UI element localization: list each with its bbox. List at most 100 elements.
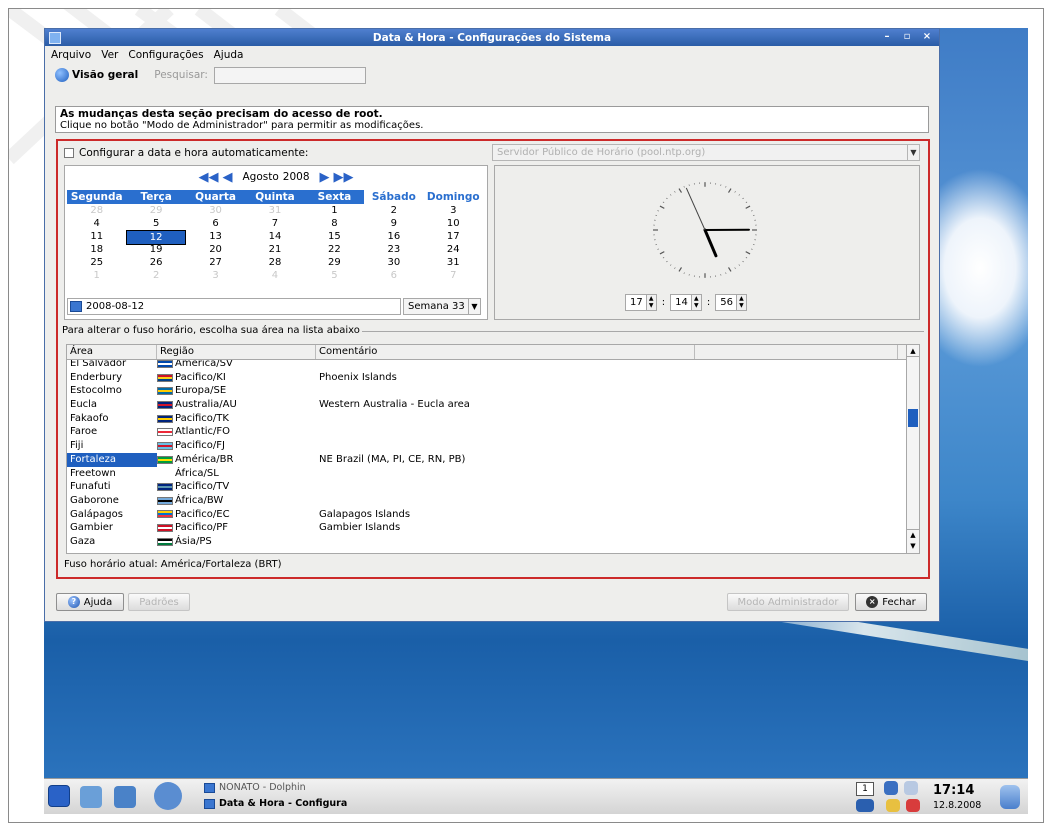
- calendar-day[interactable]: 6: [364, 269, 423, 282]
- clock-time[interactable]: 17:14: [933, 783, 974, 798]
- minimize-button[interactable]: –: [881, 31, 893, 42]
- defaults-button[interactable]: Padrões: [128, 593, 190, 611]
- column-area[interactable]: Área: [67, 345, 157, 359]
- search-input[interactable]: [213, 66, 366, 84]
- show-desktop-icon[interactable]: [80, 786, 102, 808]
- calendar-day[interactable]: 30: [364, 256, 423, 269]
- timezone-row[interactable]: Gaza Ásia/PS: [67, 535, 899, 549]
- calendar-day[interactable]: 23: [364, 243, 423, 256]
- auto-time-checkbox[interactable]: [64, 148, 74, 158]
- calendar-day[interactable]: 10: [424, 217, 483, 230]
- next-year-icon[interactable]: ▶▶: [334, 171, 354, 184]
- calendar-day[interactable]: 1: [67, 269, 126, 282]
- calendar-day[interactable]: 2: [364, 204, 423, 217]
- calendar-day[interactable]: 31: [245, 204, 304, 217]
- calendar-day[interactable]: 20: [186, 243, 245, 256]
- task-datetime[interactable]: Data & Hora - Configura: [204, 798, 347, 809]
- column-extra[interactable]: [695, 345, 898, 359]
- desktop-pager[interactable]: 1: [856, 782, 874, 796]
- trash-icon[interactable]: [1000, 785, 1020, 809]
- timezone-list[interactable]: El Salvador América/SV Enderbury Pacifico/K…: [66, 344, 920, 554]
- timezone-row[interactable]: Gambier Pacifico/PF Gambier Islands: [67, 521, 899, 535]
- overview-button[interactable]: Visão geral: [55, 68, 138, 82]
- timezone-row[interactable]: Eucla Australia/AU Western Australia - Euc…: [67, 398, 899, 412]
- close-button[interactable]: × Fechar: [855, 593, 927, 611]
- calendar-day[interactable]: 3: [424, 204, 483, 217]
- prev-year-icon[interactable]: ◀◀: [198, 171, 218, 184]
- calendar-day[interactable]: 5: [126, 217, 185, 230]
- calendar-day[interactable]: 6: [186, 217, 245, 230]
- timezone-row[interactable]: Gaborone África/BW: [67, 494, 899, 508]
- close-window-button[interactable]: ×: [921, 31, 933, 42]
- scroll-thumb[interactable]: [908, 409, 918, 427]
- next-month-icon[interactable]: ▶: [320, 171, 330, 184]
- spin-arrows-icon[interactable]: ▲ ▼: [735, 295, 746, 310]
- calendar-day[interactable]: 18: [67, 243, 126, 256]
- menu-ver[interactable]: Ver: [101, 49, 118, 61]
- admin-mode-button[interactable]: Modo Administrador: [727, 593, 849, 611]
- timezone-row[interactable]: Faroe Atlantic/FO: [67, 425, 899, 439]
- calendar-day[interactable]: 3: [186, 269, 245, 282]
- timezone-row[interactable]: Fortaleza América/BR NE Brazil (MA, PI, CE…: [67, 452, 899, 467]
- maximize-button[interactable]: ▫: [901, 31, 913, 42]
- calendar-day[interactable]: 30: [186, 204, 245, 217]
- calendar-day[interactable]: 4: [245, 269, 304, 282]
- warning-icon[interactable]: [906, 799, 920, 812]
- calendar-day[interactable]: 28: [67, 204, 126, 217]
- calendar-day[interactable]: 8: [305, 217, 364, 230]
- timezone-row[interactable]: Funafuti Pacifico/TV: [67, 480, 899, 494]
- timezone-scrollbar[interactable]: ▲ ▲ ▼: [906, 345, 919, 553]
- kde-menu-icon[interactable]: [48, 785, 70, 807]
- calendar-month[interactable]: Agosto: [242, 171, 278, 183]
- calendar-day[interactable]: 9: [364, 217, 423, 230]
- calendar-day[interactable]: 21: [245, 243, 304, 256]
- calendar-day[interactable]: 2: [126, 269, 185, 282]
- browser-icon[interactable]: [154, 782, 182, 810]
- clipboard-icon[interactable]: [904, 781, 918, 795]
- spin-arrows-icon[interactable]: ▲ ▼: [645, 295, 656, 310]
- calendar-day[interactable]: 26: [126, 256, 185, 269]
- week-select[interactable]: Semana 33 ▼: [403, 298, 481, 315]
- timezone-row[interactable]: Freetown África/SL: [67, 467, 899, 481]
- date-input[interactable]: 2008-08-12: [67, 298, 401, 315]
- calendar-day[interactable]: 29: [126, 204, 185, 217]
- title-bar[interactable]: Data & Hora - Configurações do Sistema –…: [45, 29, 939, 46]
- menu-ajuda[interactable]: Ajuda: [214, 49, 244, 61]
- system-settings-icon[interactable]: [114, 786, 136, 808]
- timezone-row[interactable]: Enderbury Pacifico/KI Phoenix Islands: [67, 371, 899, 385]
- timezone-row[interactable]: Fiji Pacifico/FJ: [67, 439, 899, 453]
- calendar-day[interactable]: 24: [424, 243, 483, 256]
- calendar-day[interactable]: 4: [67, 217, 126, 230]
- volume-icon[interactable]: [884, 781, 898, 795]
- calendar-day[interactable]: 7: [245, 217, 304, 230]
- calendar-day[interactable]: 31: [424, 256, 483, 269]
- help-button[interactable]: ? Ajuda: [56, 593, 124, 611]
- network-icon[interactable]: [856, 799, 874, 812]
- prev-month-icon[interactable]: ◀: [222, 171, 232, 184]
- menu-arquivo[interactable]: Arquivo: [51, 49, 91, 61]
- ntp-server-select[interactable]: Servidor Público de Horário (pool.ntp.or…: [492, 144, 920, 161]
- calendar-day[interactable]: 28: [245, 256, 304, 269]
- task-dolphin[interactable]: NONATO - Dolphin: [204, 782, 306, 793]
- calendar-day[interactable]: 25: [67, 256, 126, 269]
- calendar-day[interactable]: 27: [186, 256, 245, 269]
- timezone-row[interactable]: Estocolmo Europa/SE: [67, 384, 899, 398]
- calendar-day[interactable]: 7: [424, 269, 483, 282]
- timezone-row[interactable]: Galápagos Pacifico/EC Galapagos Islands: [67, 508, 899, 522]
- calendar-day[interactable]: 5: [305, 269, 364, 282]
- minute-spinner[interactable]: 14 ▲ ▼: [670, 294, 702, 311]
- column-comment[interactable]: Comentário: [316, 345, 695, 359]
- pencil-icon[interactable]: [886, 799, 900, 812]
- calendar-day[interactable]: 22: [305, 243, 364, 256]
- calendar-day[interactable]: 1: [305, 204, 364, 217]
- calendar-day[interactable]: 29: [305, 256, 364, 269]
- scroll-up-icon[interactable]: ▲: [907, 345, 919, 357]
- column-region[interactable]: Região: [157, 345, 316, 359]
- calendar-day[interactable]: 19: [126, 243, 185, 256]
- calendar-year[interactable]: 2008: [283, 171, 310, 183]
- menu-configuracoes[interactable]: Configurações: [128, 49, 203, 61]
- spin-arrows-icon[interactable]: ▲ ▼: [690, 295, 701, 310]
- hour-spinner[interactable]: 17 ▲ ▼: [625, 294, 657, 311]
- timezone-row[interactable]: Fakaofo Pacifico/TK: [67, 412, 899, 426]
- scroll-down-icon[interactable]: ▲ ▼: [907, 529, 919, 553]
